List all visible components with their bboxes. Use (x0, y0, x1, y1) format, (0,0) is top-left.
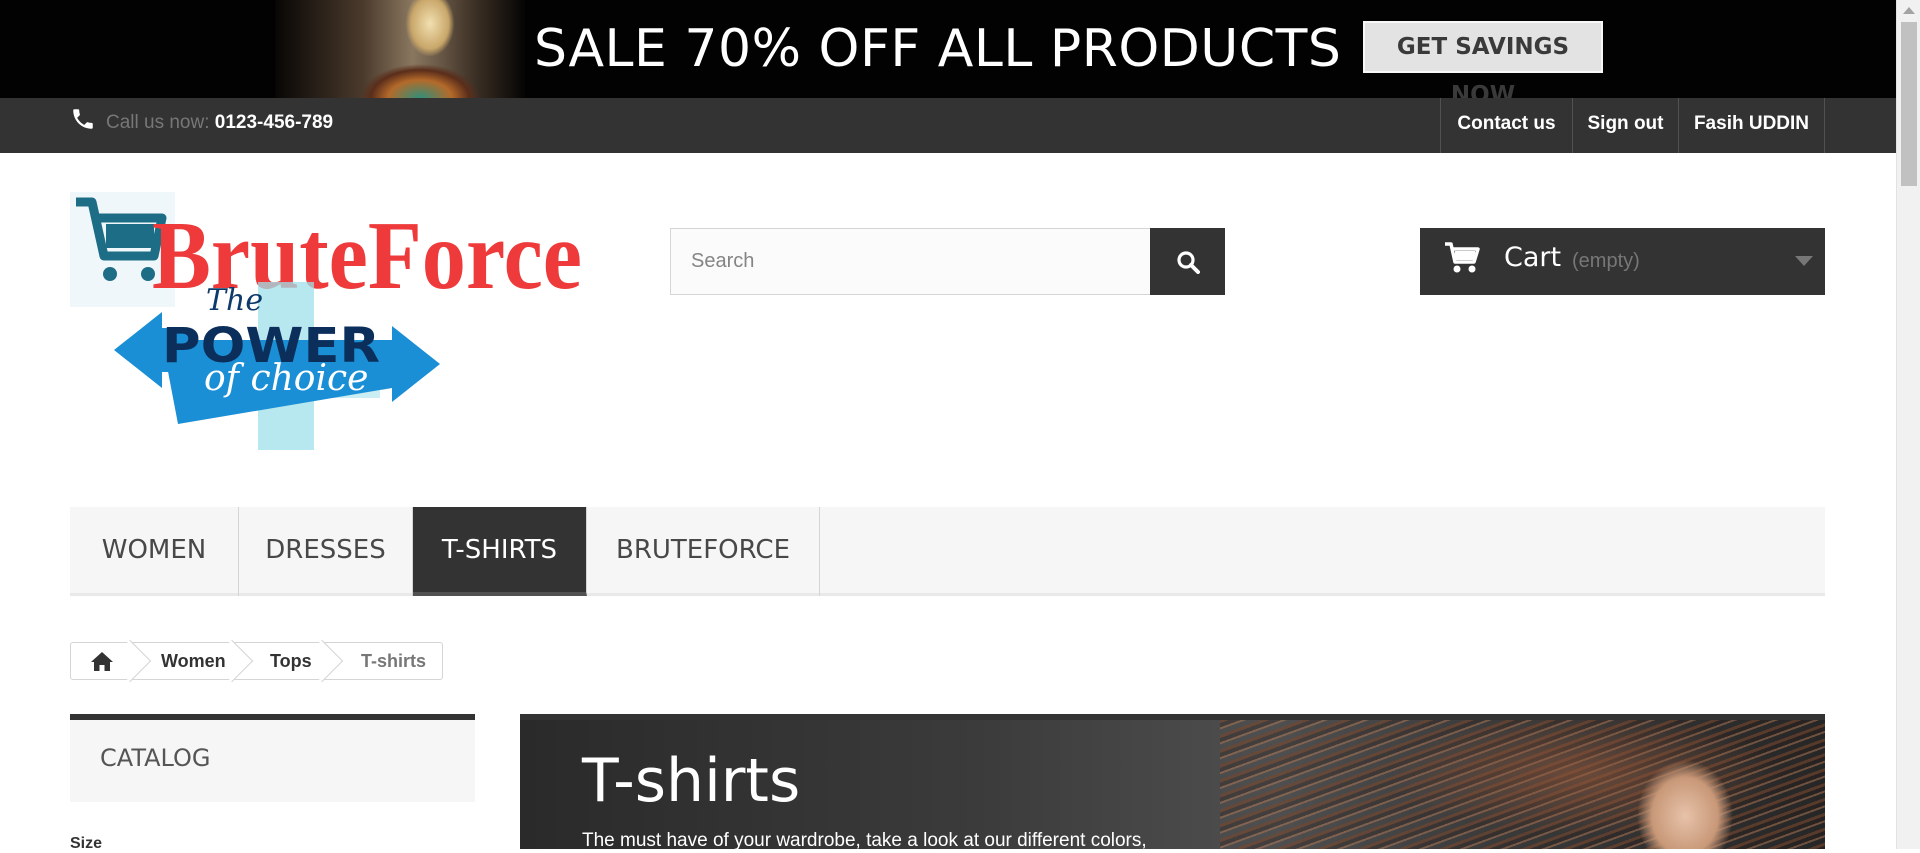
call-us-label: Call us now: (106, 112, 210, 133)
cart-label: Cart (1504, 242, 1562, 273)
phone-number: 0123-456-789 (214, 112, 334, 133)
account-link[interactable]: Fasih UDDIN (1678, 98, 1824, 153)
catalog-title: CATALOG (100, 744, 211, 772)
topbar-divider (1824, 98, 1825, 153)
scroll-up-arrow-icon[interactable] (1903, 7, 1915, 14)
banner-model-image (275, 0, 525, 98)
scrollbar-thumb[interactable] (1901, 22, 1917, 186)
category-model-image (1595, 750, 1745, 849)
search-icon (1177, 251, 1200, 274)
logo-tag-the: The (206, 283, 263, 318)
size-filter-label: Size (70, 835, 103, 852)
call-us-text: Call us now: 0123-456-789 (106, 112, 333, 134)
cart-status: (empty) (1572, 250, 1640, 272)
phone-icon (73, 109, 93, 129)
site-logo[interactable]: BruteForce The POWER of choice (70, 192, 590, 460)
category-banner: T-shirts The must have of your wardrobe,… (520, 714, 1825, 849)
contact-us-link[interactable]: Contact us (1440, 98, 1572, 153)
breadcrumb-women[interactable]: Women (161, 642, 226, 680)
page-scrollbar[interactable] (1896, 0, 1920, 849)
chevron-down-icon (1795, 256, 1813, 266)
search-button[interactable] (1150, 228, 1225, 295)
breadcrumb-current: T-shirts (361, 651, 427, 671)
cart-icon (1445, 242, 1480, 273)
logo-tag-choice: of choice (204, 358, 368, 399)
cart-dropdown[interactable]: Cart (empty) (1420, 228, 1825, 295)
menu-item-tshirts[interactable]: T-SHIRTS (413, 507, 587, 596)
menu-item-bruteforce[interactable]: BRUTEFORCE (587, 507, 820, 596)
home-icon[interactable] (90, 650, 114, 672)
banner-headline: SALE 70% OFF ALL PRODUCTS (534, 19, 1342, 79)
catalog-block: CATALOG (70, 714, 475, 802)
category-description: The must have of your wardrobe, take a l… (582, 830, 1147, 849)
promo-banner[interactable]: SALE 70% OFF ALL PRODUCTS GET SAVINGS NO… (0, 0, 1896, 98)
breadcrumb-separator (108, 639, 152, 683)
menu-item-women[interactable]: WOMEN (70, 507, 239, 596)
category-title: T-shirts (582, 746, 801, 816)
get-savings-button[interactable]: GET SAVINGS NOW (1363, 21, 1603, 98)
sign-out-link[interactable]: Sign out (1572, 98, 1678, 153)
search-input[interactable] (670, 228, 1151, 295)
menu-item-dresses[interactable]: DRESSES (239, 507, 413, 596)
breadcrumb-tops[interactable]: Tops (270, 642, 312, 680)
